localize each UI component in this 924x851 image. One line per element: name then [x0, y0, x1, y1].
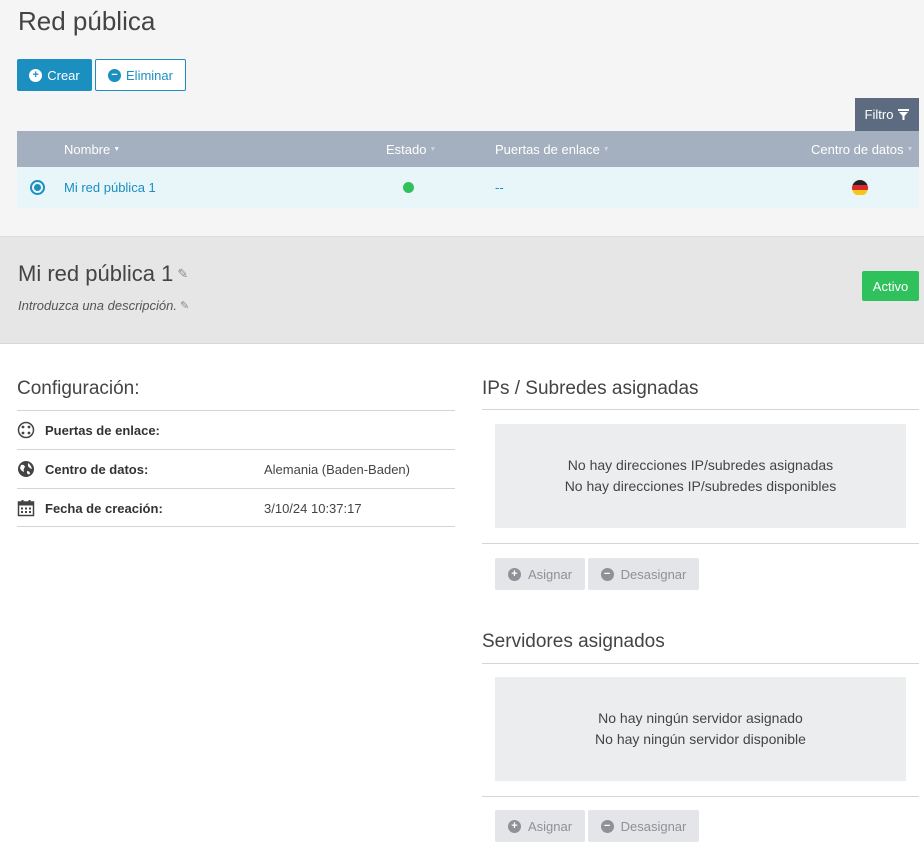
sort-caret-icon: ▼	[602, 145, 610, 153]
sort-caret-icon: ▼	[113, 145, 121, 153]
divider	[482, 543, 919, 544]
create-button[interactable]: + Crear	[17, 59, 92, 91]
minus-circle-icon: −	[600, 567, 614, 581]
status-active-dot	[403, 182, 414, 193]
status-badge: Activo	[862, 271, 919, 301]
sort-caret-icon: ▼	[429, 145, 437, 153]
create-button-label: Crear	[47, 67, 80, 83]
config-label: Centro de datos:	[45, 461, 149, 477]
ips-unassign-button[interactable]: − Desasignar	[588, 558, 699, 590]
description-placeholder: Introduzca una descripción.	[18, 298, 177, 313]
config-row-datacenter: Centro de datos: Alemania (Baden-Baden)	[17, 450, 455, 488]
config-label: Fecha de creación:	[45, 500, 163, 516]
divider	[482, 409, 919, 410]
column-datacenter-label: Centro de datos	[811, 141, 904, 157]
edit-name-pencil-icon[interactable]: ✎	[177, 266, 188, 282]
divider	[482, 796, 919, 797]
divider	[17, 526, 455, 527]
config-label: Puertas de enlace:	[45, 422, 160, 438]
detail-header: Mi red pública 1 ✎ Introduzca una descri…	[0, 237, 924, 344]
minus-circle-icon: −	[108, 68, 122, 82]
column-header-gateways[interactable]: Puertas de enlace ▼	[495, 131, 610, 167]
servers-heading: Servidores asignados	[482, 631, 665, 652]
table-header: Nombre ▼ Estado ▼ Puertas de enlace ▼ Centr…	[17, 131, 919, 167]
config-value: Alemania (Baden-Baden)	[264, 461, 410, 477]
row-radio-selected[interactable]	[30, 180, 45, 195]
row-datacenter-cell	[852, 167, 868, 208]
unassign-label: Desasignar	[620, 566, 687, 582]
empty-message: No hay ningún servidor asignado	[598, 710, 803, 726]
column-header-datacenter[interactable]: Centro de datos ▼	[811, 131, 913, 167]
minus-circle-icon: −	[600, 819, 614, 833]
detail-title-wrap: Mi red pública 1 ✎	[18, 261, 188, 287]
unassign-label: Desasignar	[620, 818, 687, 834]
filter-icon	[898, 109, 910, 120]
empty-message: No hay direcciones IP/subredes disponibl…	[564, 478, 837, 494]
calendar-icon	[17, 499, 35, 517]
delete-button[interactable]: − Eliminar	[95, 59, 186, 91]
plus-circle-icon: +	[507, 567, 521, 581]
page-title: Red pública	[18, 6, 156, 36]
row-status-cell	[403, 167, 414, 208]
config-heading: Configuración:	[17, 378, 140, 399]
filter-button-label: Filtro	[864, 107, 894, 122]
divider	[482, 663, 919, 664]
ips-heading: IPs / Subredes asignadas	[482, 378, 699, 399]
ips-assign-button[interactable]: + Asignar	[495, 558, 585, 590]
table-row[interactable]: Mi red pública 1 --	[17, 167, 919, 208]
column-status-label: Estado	[386, 141, 427, 157]
row-gateways: --	[495, 180, 504, 195]
plus-circle-icon: +	[507, 819, 521, 833]
sort-caret-icon: ▼	[906, 145, 914, 153]
globe-icon	[17, 460, 35, 478]
row-name[interactable]: Mi red pública 1	[64, 167, 156, 208]
servers-empty-state: No hay ningún servidor asignado No hay n…	[495, 677, 906, 781]
column-gateways-label: Puertas de enlace	[495, 141, 600, 157]
description-field[interactable]: Introduzca una descripción. ✎	[18, 298, 189, 313]
config-row-gateways: Puertas de enlace:	[17, 411, 455, 449]
column-header-name[interactable]: Nombre ▼	[64, 131, 120, 167]
gateway-icon	[17, 421, 35, 439]
column-name-label: Nombre	[64, 141, 111, 157]
servers-assign-button[interactable]: + Asignar	[495, 810, 585, 842]
config-value: 3/10/24 10:37:17	[264, 500, 362, 516]
edit-description-pencil-icon[interactable]: ✎	[180, 299, 189, 312]
empty-message: No hay ningún servidor disponible	[595, 731, 806, 747]
detail-title: Mi red pública 1	[18, 261, 174, 286]
delete-button-label: Eliminar	[126, 67, 173, 83]
empty-message: No hay direcciones IP/subredes asignadas	[567, 457, 834, 473]
assign-label: Asignar	[527, 818, 573, 834]
assign-label: Asignar	[527, 566, 573, 582]
servers-unassign-button[interactable]: − Desasignar	[588, 810, 699, 842]
ips-empty-state: No hay direcciones IP/subredes asignadas…	[495, 424, 906, 528]
germany-flag-icon	[852, 179, 868, 196]
config-row-created: Fecha de creación: 3/10/24 10:37:17	[17, 489, 455, 527]
plus-circle-icon: +	[29, 68, 43, 82]
column-header-status[interactable]: Estado ▼	[386, 131, 436, 167]
network-list-panel: Red pública + Crear − Eliminar Filtro No…	[0, 0, 924, 237]
filter-button[interactable]: Filtro	[855, 98, 919, 131]
